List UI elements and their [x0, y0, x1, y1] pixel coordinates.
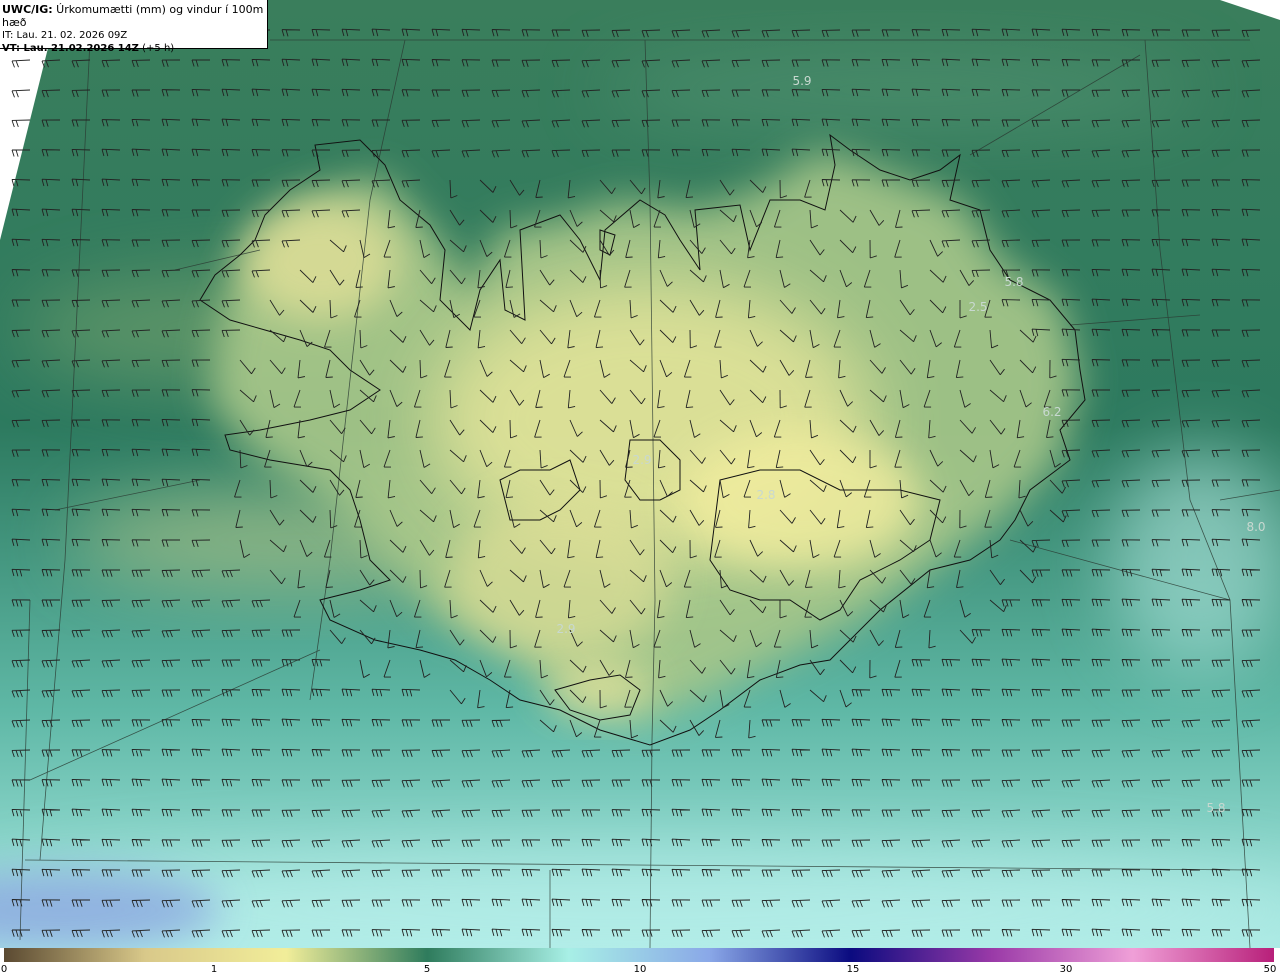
initial-time-value: Lau. 21. 02. 2026 09Z [13, 30, 128, 41]
map-value-label: 5.8 [1206, 801, 1226, 815]
map-value-label: 2.5 [968, 300, 988, 314]
map-value-label: 2.9 [632, 453, 652, 467]
map-value-label: 5.8 [1004, 275, 1024, 289]
colorbar-tick-5: 5 [423, 964, 431, 975]
colorbar-tick-30: 30 [1059, 964, 1073, 975]
colorbar-tick-1: 1 [210, 964, 218, 975]
colorbar-tick-10: 10 [633, 964, 647, 975]
map-value-label: 6.2 [1042, 405, 1062, 419]
precipitation-map [0, 0, 1280, 948]
colorbar-tick-15: 15 [846, 964, 860, 975]
model-name: UWC/IG: [2, 3, 53, 16]
map-value-label: 2.8 [756, 488, 776, 502]
colorbar-tick-0: 0 [0, 964, 8, 975]
colorbar: 0 1 5 10 15 30 50 [0, 948, 1280, 978]
colorbar-tick-50: 50 [1263, 964, 1277, 975]
valid-time-label: VT: Lau. 21.02.2026 14Z [2, 43, 139, 54]
map-value-label: 8.0 [1246, 520, 1266, 534]
initial-time-label: IT: [2, 30, 14, 41]
colorbar-gradient [4, 948, 1274, 962]
map-value-label: 2.9 [556, 622, 576, 636]
forecast-info-panel: UWC/IG: Úrkomumætti (mm) og vindur í 100… [0, 0, 268, 54]
map-value-label: 5.9 [792, 74, 812, 88]
valid-time-offset: (+5 h) [138, 43, 175, 54]
